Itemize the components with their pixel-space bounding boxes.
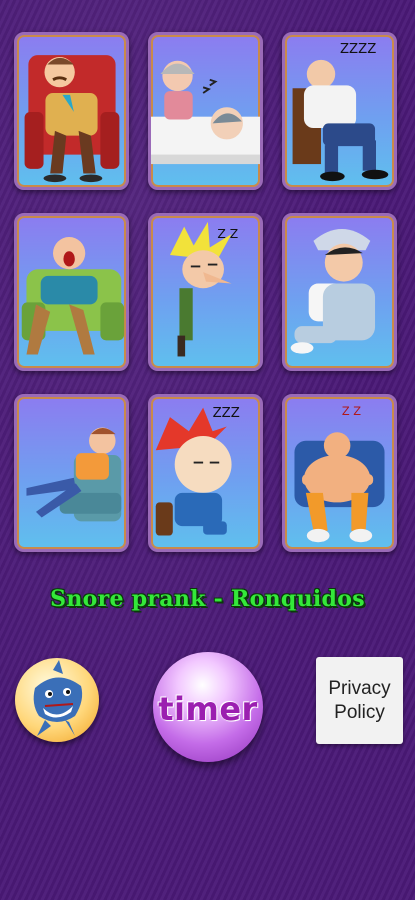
boy-with-pillow-icon: [290, 228, 376, 354]
timer-label: timer: [158, 690, 258, 728]
svg-text:Z Z: Z Z: [342, 404, 361, 418]
sleepy-redhead-boy-icon: ZZZ: [155, 406, 240, 536]
card-man-chair[interactable]: ZZZZ: [282, 32, 397, 190]
timer-button[interactable]: timer: [153, 652, 263, 762]
card-man-sofa[interactable]: [14, 213, 129, 371]
card-baby-armchair[interactable]: Z Z: [282, 394, 397, 552]
card-old-man-armchair[interactable]: [14, 32, 129, 190]
baby-in-armchair-icon: Z Z: [294, 404, 385, 543]
grandma-and-sleeper-in-bed-icon: [151, 60, 260, 165]
snoring-man-chair-icon: ZZZZ: [292, 42, 389, 182]
card-grandma-bed[interactable]: [148, 32, 263, 190]
yawning-man-sofa-icon: [21, 237, 125, 355]
privacy-policy-button[interactable]: Privacy Policy: [316, 657, 403, 744]
card-redhead-boy[interactable]: ZZZ: [148, 394, 263, 552]
man-recliner-icon: [26, 427, 122, 522]
shark-button[interactable]: [15, 658, 99, 742]
card-man-recliner[interactable]: [14, 394, 129, 552]
app-title: Snore prank - Ronquidos: [50, 586, 365, 612]
shark-icon: [33, 660, 83, 736]
sleeping-old-man-armchair-icon: [24, 55, 120, 183]
svg-text:ZZZ: ZZZ: [213, 406, 240, 421]
sleepy-blond-guy-icon: Z Z: [169, 221, 238, 357]
sound-grid: ZZZZ Z Z ZZZ Z Z: [14, 32, 397, 552]
svg-text:ZZZZ: ZZZZ: [340, 42, 376, 57]
card-blond-guy[interactable]: Z Z: [148, 213, 263, 371]
card-boy-pillow[interactable]: [282, 213, 397, 371]
privacy-policy-label: Privacy Policy: [328, 677, 391, 723]
